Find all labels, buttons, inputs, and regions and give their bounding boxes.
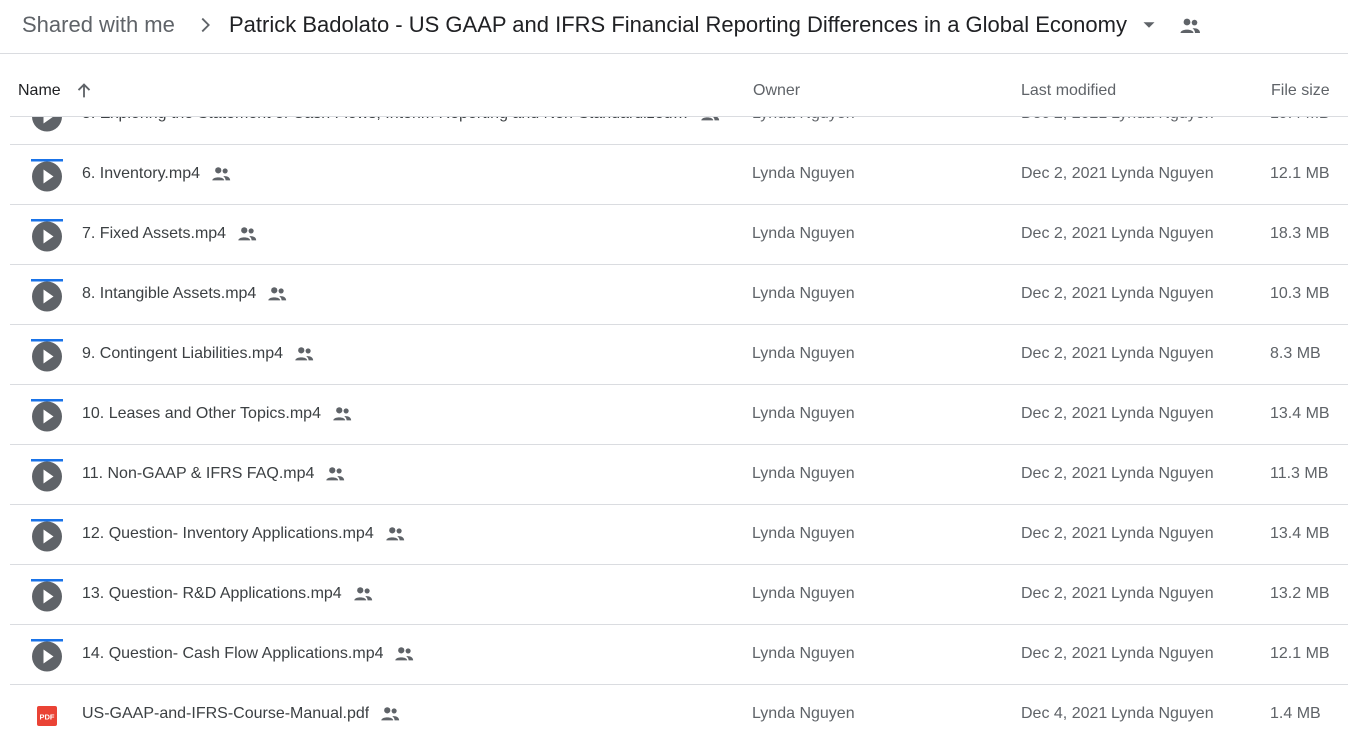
drive-page: Shared with me Patrick Badolato - US GAA… — [0, 0, 1348, 737]
caret-down-icon[interactable] — [1138, 14, 1160, 36]
file-owner: Lynda Nguyen — [752, 705, 855, 722]
column-name[interactable]: Name — [18, 81, 61, 101]
file-list: 5. Exploring the Statement of Cash Flows… — [10, 85, 1348, 737]
pdf-label: PDF — [40, 713, 55, 722]
file-date-modified: Dec 2, 2021 — [1021, 165, 1108, 182]
file-name[interactable]: US-GAAP-and-IFRS-Course-Manual.pdf — [82, 704, 369, 724]
table-row[interactable]: PDF US-GAAP-and-IFRS-Course-Manual.pdf Lyn… — [10, 685, 1348, 737]
table-row[interactable]: 10. Leases and Other Topics.mp4 Lynda Ngu… — [10, 385, 1348, 445]
file-modified-by: Lynda Nguyen — [1111, 405, 1214, 422]
file-owner: Lynda Nguyen — [752, 465, 855, 482]
file-size: 13.2 MB — [1270, 585, 1330, 602]
file-modified-by: Lynda Nguyen — [1111, 465, 1214, 482]
file-date-modified: Dec 2, 2021 — [1021, 585, 1108, 602]
file-size: 12.1 MB — [1270, 645, 1330, 662]
shared-icon — [326, 467, 345, 481]
video-file-icon — [31, 399, 63, 432]
file-name[interactable]: 13. Question- R&D Applications.mp4 — [82, 584, 342, 604]
video-file-icon — [31, 459, 63, 492]
table-row[interactable]: 9. Contingent Liabilities.mp4 Lynda Nguye… — [10, 325, 1348, 385]
shared-icon — [381, 707, 400, 721]
video-file-icon — [31, 639, 63, 672]
file-date-modified: Dec 2, 2021 — [1021, 225, 1108, 242]
file-name[interactable]: 8. Intangible Assets.mp4 — [82, 284, 256, 304]
table-row[interactable]: 14. Question- Cash Flow Applications.mp4… — [10, 625, 1348, 685]
file-rows: 5. Exploring the Statement of Cash Flows… — [10, 85, 1348, 737]
shared-icon — [333, 407, 352, 421]
file-modified-by: Lynda Nguyen — [1111, 345, 1214, 362]
table-row[interactable]: 7. Fixed Assets.mp4 Lynda Nguyen Dec 2, 20… — [10, 205, 1348, 265]
file-name[interactable]: 10. Leases and Other Topics.mp4 — [82, 404, 321, 424]
file-owner: Lynda Nguyen — [752, 585, 855, 602]
video-file-icon — [31, 579, 63, 612]
file-owner: Lynda Nguyen — [752, 165, 855, 182]
file-size: 10.3 MB — [1270, 285, 1330, 302]
shared-folder-icon — [1180, 18, 1200, 33]
file-date-modified: Dec 2, 2021 — [1021, 525, 1108, 542]
shared-icon — [238, 227, 257, 241]
column-owner[interactable]: Owner — [753, 81, 800, 101]
video-file-icon — [31, 159, 63, 192]
column-last-modified[interactable]: Last modified — [1021, 81, 1116, 101]
file-name[interactable]: 7. Fixed Assets.mp4 — [82, 224, 226, 244]
breadcrumb: Shared with me Patrick Badolato - US GAA… — [0, 0, 1348, 54]
file-date-modified: Dec 4, 2021 — [1021, 705, 1108, 722]
shared-icon — [354, 587, 373, 601]
file-size: 11.3 MB — [1270, 465, 1329, 482]
chevron-right-icon — [201, 17, 210, 33]
file-owner: Lynda Nguyen — [752, 285, 855, 302]
file-size: 18.3 MB — [1270, 225, 1330, 242]
video-file-icon — [31, 219, 63, 252]
file-modified-by: Lynda Nguyen — [1111, 645, 1214, 662]
breadcrumb-shared-with-me[interactable]: Shared with me — [22, 10, 175, 40]
file-modified-by: Lynda Nguyen — [1111, 165, 1214, 182]
video-file-icon — [31, 519, 63, 552]
table-row[interactable]: 13. Question- R&D Applications.mp4 Lynda … — [10, 565, 1348, 625]
video-file-icon — [31, 339, 63, 372]
file-date-modified: Dec 2, 2021 — [1021, 465, 1108, 482]
file-name[interactable]: 9. Contingent Liabilities.mp4 — [82, 344, 283, 364]
file-name[interactable]: 11. Non-GAAP & IFRS FAQ.mp4 — [82, 464, 314, 484]
file-owner: Lynda Nguyen — [752, 405, 855, 422]
file-owner: Lynda Nguyen — [752, 225, 855, 242]
file-modified-by: Lynda Nguyen — [1111, 525, 1214, 542]
file-modified-by: Lynda Nguyen — [1111, 285, 1214, 302]
arrow-up-icon[interactable] — [73, 80, 95, 102]
video-file-icon — [31, 279, 63, 312]
file-name[interactable]: 12. Question- Inventory Applications.mp4 — [82, 524, 374, 544]
table-row[interactable]: 8. Intangible Assets.mp4 Lynda Nguyen Dec … — [10, 265, 1348, 325]
file-date-modified: Dec 2, 2021 — [1021, 405, 1108, 422]
file-modified-by: Lynda Nguyen — [1111, 225, 1214, 242]
column-file-size[interactable]: File size — [1271, 81, 1330, 101]
shared-icon — [395, 647, 414, 661]
shared-icon — [295, 347, 314, 361]
table-row[interactable]: 6. Inventory.mp4 Lynda Nguyen Dec 2, 2021 L… — [10, 145, 1348, 205]
shared-icon — [212, 167, 231, 181]
pdf-file-icon: PDF — [37, 706, 57, 726]
file-date-modified: Dec 2, 2021 — [1021, 345, 1108, 362]
file-owner: Lynda Nguyen — [752, 345, 855, 362]
shared-icon — [268, 287, 287, 301]
file-name[interactable]: 6. Inventory.mp4 — [82, 164, 200, 184]
table-row[interactable]: 11. Non-GAAP & IFRS FAQ.mp4 Lynda Nguyen D… — [10, 445, 1348, 505]
file-modified-by: Lynda Nguyen — [1111, 705, 1214, 722]
file-size: 13.4 MB — [1270, 405, 1330, 422]
column-header: Name Owner Last modified File size — [10, 55, 1348, 117]
file-date-modified: Dec 2, 2021 — [1021, 285, 1108, 302]
file-size: 1.4 MB — [1270, 705, 1321, 722]
table-row[interactable]: 12. Question- Inventory Applications.mp4… — [10, 505, 1348, 565]
file-owner: Lynda Nguyen — [752, 645, 855, 662]
shared-icon — [386, 527, 405, 541]
breadcrumb-current-folder[interactable]: Patrick Badolato - US GAAP and IFRS Fina… — [229, 10, 1127, 40]
file-size: 8.3 MB — [1270, 345, 1321, 362]
file-modified-by: Lynda Nguyen — [1111, 585, 1214, 602]
file-name[interactable]: 14. Question- Cash Flow Applications.mp4 — [82, 644, 383, 664]
file-date-modified: Dec 2, 2021 — [1021, 645, 1108, 662]
file-owner: Lynda Nguyen — [752, 525, 855, 542]
file-size: 13.4 MB — [1270, 525, 1330, 542]
file-size: 12.1 MB — [1270, 165, 1330, 182]
